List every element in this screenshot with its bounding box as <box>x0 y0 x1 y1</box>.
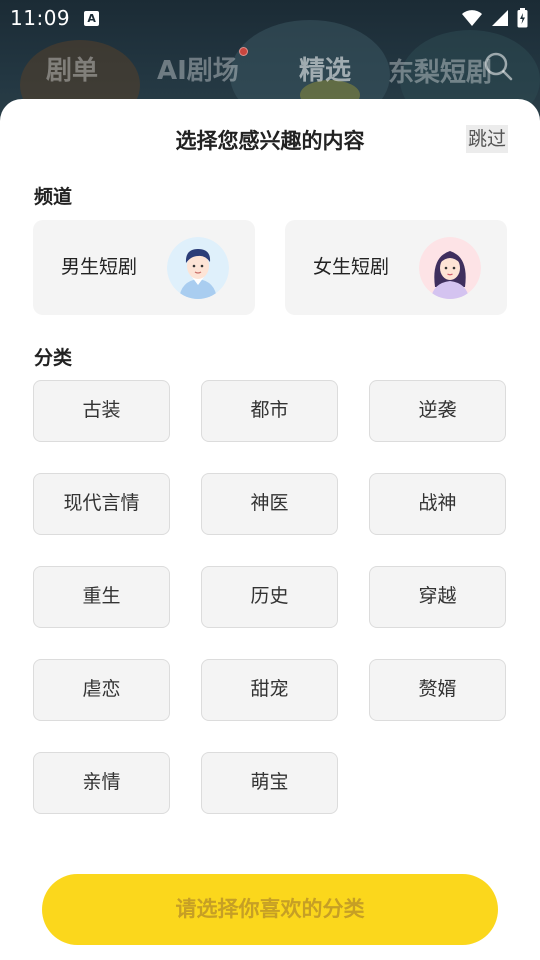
tab-drama-list[interactable]: 剧单 <box>46 50 98 87</box>
category-chip[interactable]: 萌宝 <box>201 752 338 814</box>
tab-featured[interactable]: 精选 <box>299 50 351 87</box>
skip-button[interactable]: 跳过 <box>466 125 508 153</box>
category-chip[interactable]: 战神 <box>369 473 506 535</box>
channel-label: 女生短剧 <box>313 256 390 278</box>
channel-label: 男生短剧 <box>61 256 138 278</box>
male-avatar-icon <box>167 237 229 299</box>
status-bar: 11:09 A <box>0 0 540 36</box>
category-chip[interactable]: 穿越 <box>369 566 506 628</box>
tab-ai-theater[interactable]: AI剧场 <box>157 50 239 87</box>
status-time: 11:09 <box>10 6 71 30</box>
category-chip[interactable]: 都市 <box>201 380 338 442</box>
category-chip[interactable]: 历史 <box>201 566 338 628</box>
channel-heading: 频道 <box>34 186 73 208</box>
category-chip[interactable]: 甜宠 <box>201 659 338 721</box>
category-chip[interactable]: 虐恋 <box>33 659 170 721</box>
notification-icon: A <box>84 10 100 26</box>
interest-selection-sheet: 选择您感兴趣的内容 跳过 频道 男生短剧 女生短剧 分类 古装 都市 逆袭 现代… <box>0 99 540 960</box>
wifi-icon <box>462 10 482 26</box>
signal-icon <box>492 10 508 26</box>
category-chip[interactable]: 古装 <box>33 380 170 442</box>
category-chip[interactable]: 逆袭 <box>369 380 506 442</box>
category-chip[interactable]: 现代言情 <box>33 473 170 535</box>
confirm-selection-button[interactable]: 请选择你喜欢的分类 <box>42 874 498 945</box>
sheet-title: 选择您感兴趣的内容 <box>175 129 365 153</box>
category-chip[interactable]: 赘婿 <box>369 659 506 721</box>
channel-card-female[interactable]: 女生短剧 <box>285 220 507 315</box>
category-heading: 分类 <box>34 347 73 369</box>
search-icon[interactable] <box>482 50 514 82</box>
channel-card-male[interactable]: 男生短剧 <box>33 220 255 315</box>
tab-dongli-drama[interactable]: 东梨短剧 <box>388 52 492 89</box>
category-chip[interactable]: 重生 <box>33 566 170 628</box>
tab-new-dot <box>239 47 248 56</box>
battery-icon <box>517 8 528 28</box>
female-avatar-icon <box>419 237 481 299</box>
top-nav: 剧单 AI剧场 精选 东梨短剧 <box>0 44 540 92</box>
category-chip[interactable]: 亲情 <box>33 752 170 814</box>
category-chip[interactable]: 神医 <box>201 473 338 535</box>
